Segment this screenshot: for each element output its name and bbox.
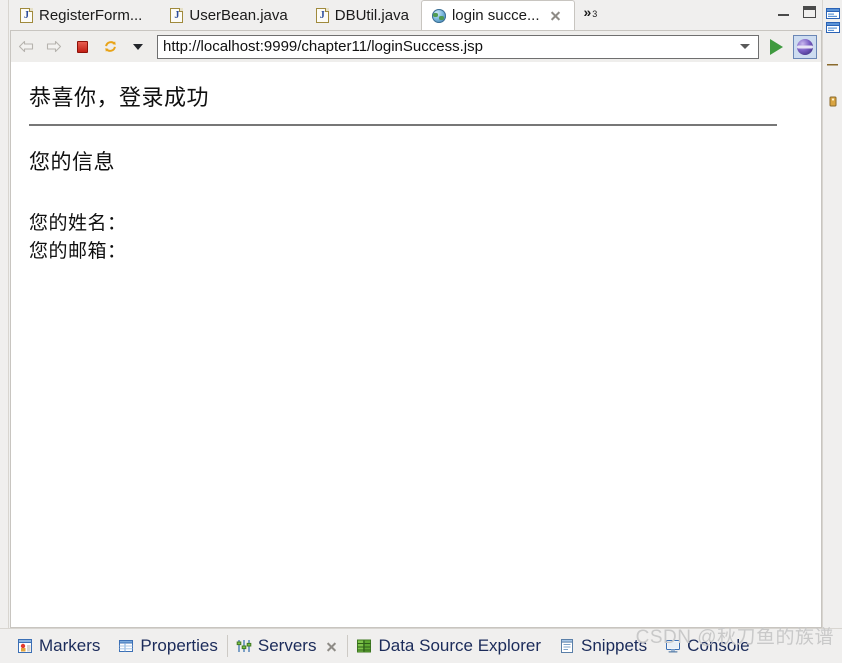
editor-tab-registerform[interactable]: J RegisterForm...: [10, 0, 155, 30]
arrow-right-icon: [46, 40, 62, 53]
view-tab-label: Servers: [257, 636, 317, 655]
left-collapsed-view-strip[interactable]: [0, 0, 9, 628]
back-button[interactable]: [15, 36, 37, 58]
strip-divider-icon: [826, 64, 838, 66]
editor-tab-login-success[interactable]: login succe...: [420, 0, 576, 30]
arrow-left-icon: [18, 40, 34, 53]
close-icon[interactable]: [325, 640, 338, 653]
user-name-label: 您的姓名：: [29, 213, 127, 234]
stop-button[interactable]: [71, 36, 93, 58]
snippets-icon: [561, 639, 573, 653]
horizontal-rule: [29, 124, 777, 126]
refresh-icon: [104, 41, 116, 52]
overflow-count: 3: [592, 9, 598, 19]
view-tab-servers[interactable]: Servers: [226, 631, 348, 661]
page-subtitle: 您的信息: [29, 150, 115, 174]
java-file-icon: J: [170, 7, 184, 23]
right-collapsed-view-strip[interactable]: [822, 0, 842, 628]
chevron-down-icon: [133, 43, 143, 50]
outline-view-icon[interactable]: [825, 8, 840, 19]
chevron-down-icon[interactable]: [740, 44, 750, 49]
globe-icon: [431, 8, 446, 23]
tab-divider: [347, 635, 349, 657]
play-icon: [769, 38, 783, 55]
java-file-icon: J: [315, 7, 329, 23]
tab-divider: [226, 635, 228, 657]
editor-tab-row: J RegisterForm... J UserBean.java J DBUt…: [10, 0, 822, 30]
console-icon: [666, 640, 681, 653]
globe-arrow-icon: [797, 38, 813, 55]
jsp-file-icon: J: [20, 7, 33, 23]
browser-page-viewport: 恭喜你，登录成功 您的信息 您的姓名： 您的邮箱：: [10, 62, 822, 628]
browser-toolbar: http://localhost:9999/chapter11/loginSuc…: [10, 30, 822, 62]
editor-tab-overflow-button[interactable]: » 3: [575, 0, 601, 30]
editor-area: J RegisterForm... J UserBean.java J DBUt…: [10, 0, 822, 628]
history-dropdown-button[interactable]: [127, 36, 149, 58]
url-bar[interactable]: http://localhost:9999/chapter11/loginSuc…: [157, 34, 759, 59]
minimize-icon[interactable]: [778, 8, 789, 17]
maximize-icon[interactable]: [803, 6, 816, 18]
view-tab-label: Snippets: [581, 636, 648, 655]
eclipse-workbench-window: J RegisterForm... J UserBean.java J DBUt…: [0, 0, 842, 663]
user-email-label: 您的邮箱：: [29, 240, 127, 262]
properties-icon: [119, 640, 134, 652]
list-item: 您的姓名：: [29, 210, 803, 238]
editor-window-buttons: [778, 6, 816, 18]
go-button[interactable]: [765, 36, 787, 58]
view-tab-properties[interactable]: Properties: [109, 631, 226, 661]
editor-tab-dbutil[interactable]: J DBUtil.java: [299, 0, 421, 30]
close-icon[interactable]: [549, 9, 562, 22]
stop-icon: [76, 40, 88, 53]
markers-icon: [18, 639, 32, 653]
user-info-list: 您的姓名： 您的邮箱：: [29, 210, 803, 265]
page-title: 恭喜你，登录成功: [29, 85, 210, 110]
view-tab-console[interactable]: Console: [656, 631, 758, 661]
editor-tab-label: DBUtil.java: [334, 6, 409, 24]
view-tab-label: Markers: [39, 636, 101, 655]
page-content: 恭喜你，登录成功 您的信息 您的姓名： 您的邮箱：: [11, 62, 821, 265]
view-tab-label: Data Source Explorer: [378, 636, 541, 655]
url-input[interactable]: http://localhost:9999/chapter11/loginSuc…: [163, 39, 740, 54]
view-tab-markers[interactable]: Markers: [8, 631, 109, 661]
list-item: 您的邮箱：: [29, 238, 803, 266]
view-tab-label: Properties: [140, 636, 218, 655]
view-tab-snippets[interactable]: Snippets: [550, 631, 656, 661]
servers-icon: [236, 640, 252, 652]
forward-button[interactable]: [43, 36, 65, 58]
data-source-icon: [357, 639, 372, 653]
chevron-double-right-icon: »: [583, 4, 592, 20]
task-list-view-icon[interactable]: [825, 22, 840, 33]
view-tab-data-source-explorer[interactable]: Data Source Explorer: [347, 631, 550, 661]
view-tab-label: Console: [687, 636, 750, 655]
bottom-view-tab-bar: Markers Properties Servers Data Source E…: [0, 628, 842, 663]
editor-tab-list: J RegisterForm... J UserBean.java J DBUt…: [10, 0, 822, 30]
editor-tab-label: UserBean.java: [189, 6, 288, 24]
editor-tab-label: RegisterForm...: [39, 6, 143, 24]
open-external-browser-button[interactable]: [793, 34, 817, 59]
refresh-button[interactable]: [99, 36, 121, 58]
servers-mini-icon[interactable]: [826, 96, 840, 107]
editor-tab-label: login succe...: [451, 7, 540, 24]
editor-tab-userbean[interactable]: J UserBean.java: [154, 0, 300, 30]
